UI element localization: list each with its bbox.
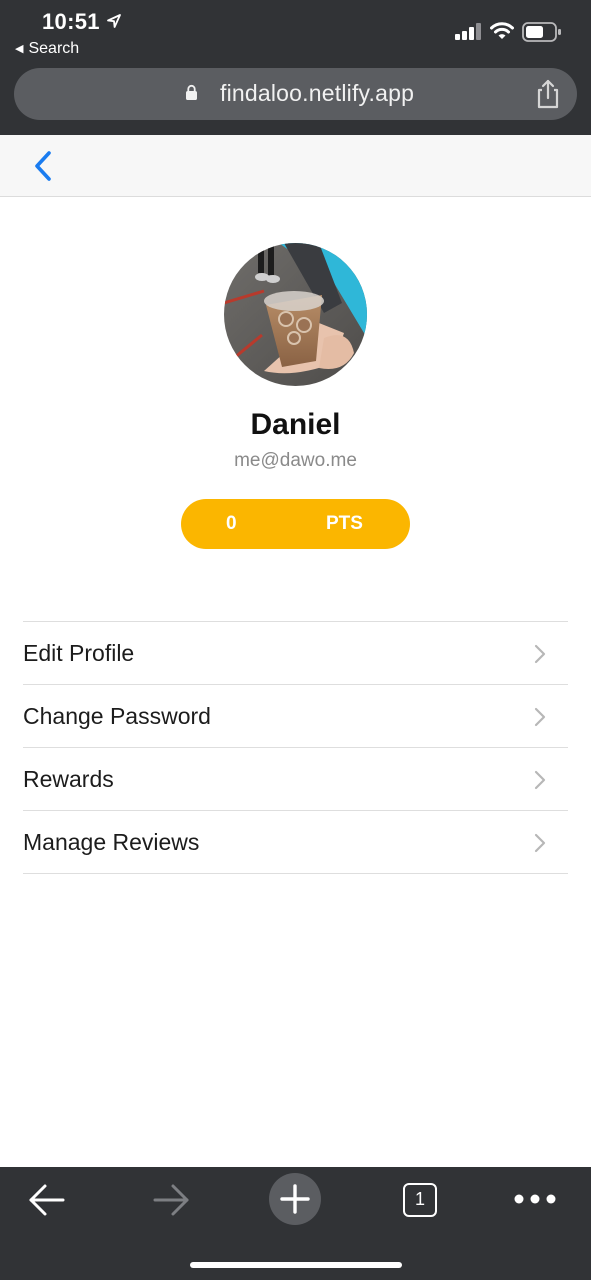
tabs-icon[interactable]: 1 <box>403 1183 437 1217</box>
battery-icon <box>522 22 561 42</box>
points-value: 0 <box>226 513 237 534</box>
cellular-signal-icon <box>455 23 481 40</box>
screen: 10:51 ◀ Search findaloo.netlify.app Dani… <box>0 0 591 1280</box>
menu-item-change-password[interactable]: Change Password <box>23 685 568 748</box>
back-triangle-icon: ◀ <box>15 43 24 55</box>
points-badge: 0 PTS <box>181 499 410 549</box>
url-text: findaloo.netlify.app <box>220 80 415 106</box>
chevron-right-icon <box>534 707 546 727</box>
chevron-right-icon <box>534 833 546 853</box>
back-arrow-icon[interactable] <box>28 1183 66 1217</box>
chevron-left-icon[interactable] <box>30 149 56 183</box>
menu-item-label: Edit Profile <box>23 640 135 666</box>
lock-icon <box>186 84 197 100</box>
forward-arrow-icon[interactable] <box>152 1183 190 1217</box>
points-unit: PTS <box>326 513 363 534</box>
profile-name: Daniel <box>250 408 341 441</box>
menu-item-label: Rewards <box>23 766 114 792</box>
back-to-app-link[interactable]: ◀ Search <box>15 40 79 58</box>
plus-icon <box>280 1184 310 1214</box>
chevron-right-icon <box>534 644 546 664</box>
menu-item-edit-profile[interactable]: Edit Profile <box>23 622 568 685</box>
location-arrow-icon <box>107 14 121 28</box>
browser-top-bar: 10:51 ◀ Search findaloo.netlify.app <box>0 0 591 135</box>
wifi-icon <box>490 22 514 39</box>
avatar <box>224 243 367 386</box>
back-to-app-label: Search <box>28 40 80 57</box>
chevron-right-icon <box>534 770 546 790</box>
app-header <box>0 135 591 197</box>
menu-item-label: Change Password <box>23 703 211 729</box>
profile-email: me@dawo.me <box>234 450 357 471</box>
new-tab-button[interactable] <box>269 1173 321 1225</box>
status-time: 10:51 <box>42 9 100 34</box>
browser-toolbar: 1 <box>0 1167 591 1280</box>
menu-item-label: Manage Reviews <box>23 829 200 855</box>
menu-item-rewards[interactable]: Rewards <box>23 748 568 811</box>
profile-menu: Edit Profile Change Password Rewards Man… <box>23 621 568 874</box>
more-icon[interactable] <box>513 1193 557 1205</box>
address-bar[interactable]: findaloo.netlify.app <box>14 68 577 120</box>
share-icon[interactable] <box>533 78 563 110</box>
menu-item-manage-reviews[interactable]: Manage Reviews <box>23 811 568 874</box>
home-indicator[interactable] <box>190 1262 402 1268</box>
avatar-photo <box>224 243 367 386</box>
